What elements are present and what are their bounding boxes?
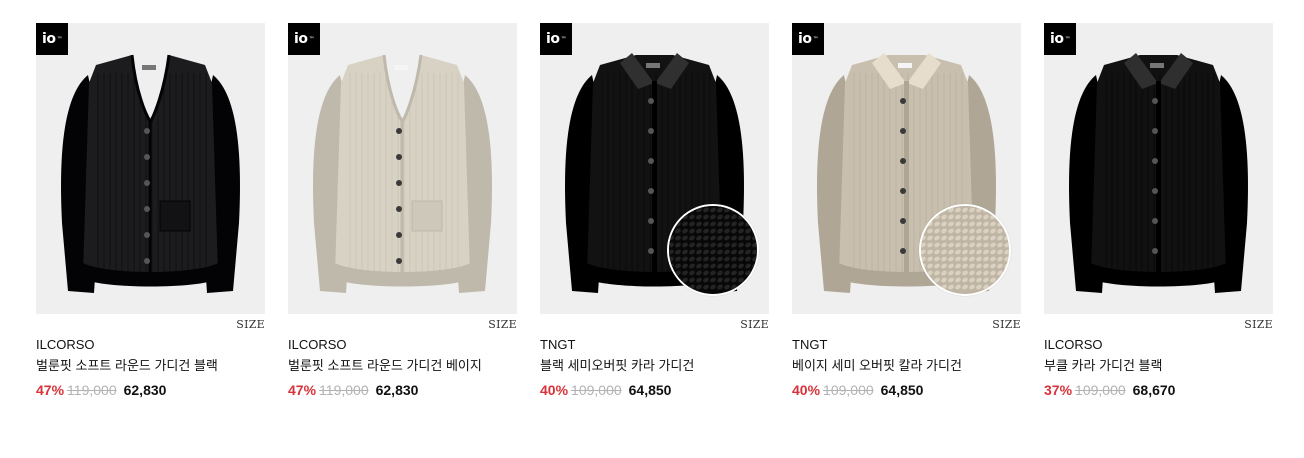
cardigan-image [313, 54, 492, 293]
product-card[interactable]: io ™ SIZE ILCORSO 벌룬핏 소프트 라운드 가디건 베이지 47%… [288, 23, 517, 399]
product-brand[interactable]: TNGT [540, 337, 769, 353]
price-row: 37% 109,000 68,670 [1044, 381, 1273, 399]
product-image[interactable]: io ™ [792, 23, 1021, 314]
size-link[interactable]: SIZE [36, 316, 265, 334]
sale-price: 64,850 [628, 382, 672, 398]
sale-price: 68,670 [1132, 382, 1176, 398]
size-link[interactable]: SIZE [1044, 316, 1273, 334]
product-card[interactable]: io ™ SIZE ILCORSO 벌룬핏 소프트 라운드 가디건 블랙 47% 1… [36, 23, 265, 399]
original-price: 109,000 [571, 382, 622, 398]
product-image[interactable]: io ™ [1044, 23, 1273, 314]
brand-badge-icon: io ™ [36, 23, 68, 55]
product-brand[interactable]: TNGT [792, 337, 1021, 353]
cardigan-image [61, 54, 240, 293]
discount-rate: 47% [36, 382, 65, 398]
discount-rate: 37% [1044, 382, 1073, 398]
cardigan-image [1069, 53, 1248, 293]
size-link[interactable]: SIZE [792, 316, 1021, 334]
discount-rate: 47% [288, 382, 317, 398]
size-link[interactable]: SIZE [540, 316, 769, 334]
size-link[interactable]: SIZE [288, 316, 517, 334]
price-row: 47% 119,000 62,830 [288, 381, 517, 399]
original-price: 119,000 [319, 382, 369, 398]
original-price: 119,000 [67, 382, 117, 398]
price-row: 47% 119,000 62,830 [36, 381, 265, 399]
product-name[interactable]: 베이지 세미 오버핏 칼라 가디건 [792, 357, 1021, 375]
product-grid: io ™ SIZE ILCORSO 벌룬핏 소프트 라운드 가디건 블랙 47% 1… [36, 23, 1273, 399]
product-card[interactable]: io ™ SIZE ILCORSO 부클 카라 가디건 블랙 37% 109,000… [1044, 23, 1273, 399]
product-image[interactable]: io ™ [288, 23, 517, 314]
discount-rate: 40% [792, 382, 821, 398]
brand-badge-icon: io ™ [792, 23, 824, 55]
brand-badge-icon: io ™ [1044, 23, 1076, 55]
original-price: 109,000 [1075, 382, 1126, 398]
product-brand[interactable]: ILCORSO [1044, 337, 1273, 353]
sale-price: 62,830 [123, 382, 167, 398]
sale-price: 64,850 [880, 382, 924, 398]
brand-badge-icon: io ™ [288, 23, 320, 55]
product-name[interactable]: 부클 카라 가디건 블랙 [1044, 357, 1273, 375]
product-card[interactable]: io ™ SIZE TNGT 블랙 세미오버핏 카라 가디건 40% 109,000… [540, 23, 769, 399]
original-price: 109,000 [823, 382, 874, 398]
product-card[interactable]: io ™ SIZE TNGT 베이지 세미 오버핏 칼라 가디건 40% 109,0… [792, 23, 1021, 399]
product-name[interactable]: 블랙 세미오버핏 카라 가디건 [540, 357, 769, 375]
price-row: 40% 109,000 64,850 [540, 381, 769, 399]
product-name[interactable]: 벌룬핏 소프트 라운드 가디건 베이지 [288, 357, 517, 375]
product-brand[interactable]: ILCORSO [36, 337, 265, 353]
price-row: 40% 109,000 64,850 [792, 381, 1021, 399]
product-image[interactable]: io ™ [36, 23, 265, 314]
brand-badge-icon: io ™ [540, 23, 572, 55]
knit-texture-swatch [667, 204, 759, 296]
product-name[interactable]: 벌룬핏 소프트 라운드 가디건 블랙 [36, 357, 265, 375]
product-brand[interactable]: ILCORSO [288, 337, 517, 353]
discount-rate: 40% [540, 382, 569, 398]
sale-price: 62,830 [375, 382, 419, 398]
product-image[interactable]: io ™ [540, 23, 769, 314]
knit-texture-swatch [919, 204, 1011, 296]
